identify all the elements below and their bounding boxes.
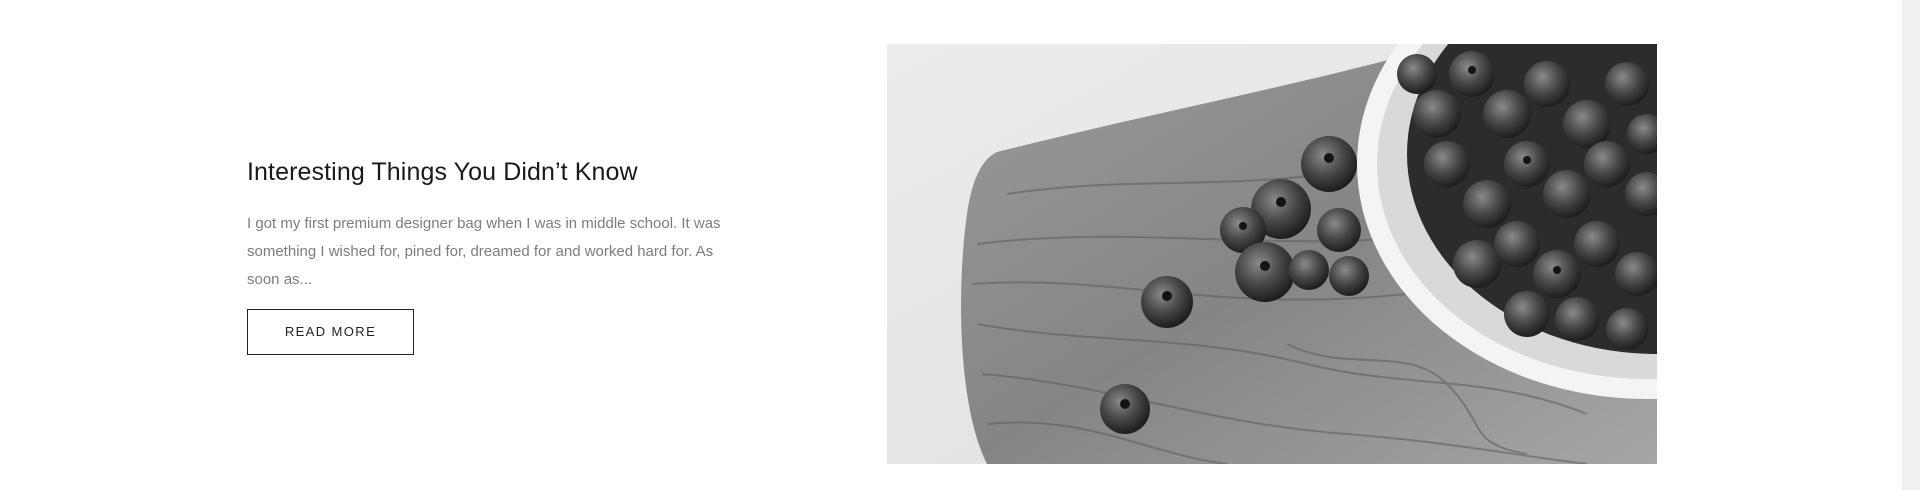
post-excerpt: I got my first premium designer bag when… (247, 215, 721, 288)
post-title[interactable]: Interesting Things You Didn’t Know (247, 156, 767, 188)
post-featured-image[interactable] (887, 44, 1657, 464)
read-more-button[interactable]: READ MORE (247, 309, 414, 355)
blueberries-photo (887, 44, 1657, 464)
post-text-block: Interesting Things You Didn’t Know I got… (247, 156, 767, 355)
blog-post-section: Interesting Things You Didn’t Know I got… (0, 0, 1902, 490)
page-scrollbar[interactable] (1902, 0, 1920, 490)
